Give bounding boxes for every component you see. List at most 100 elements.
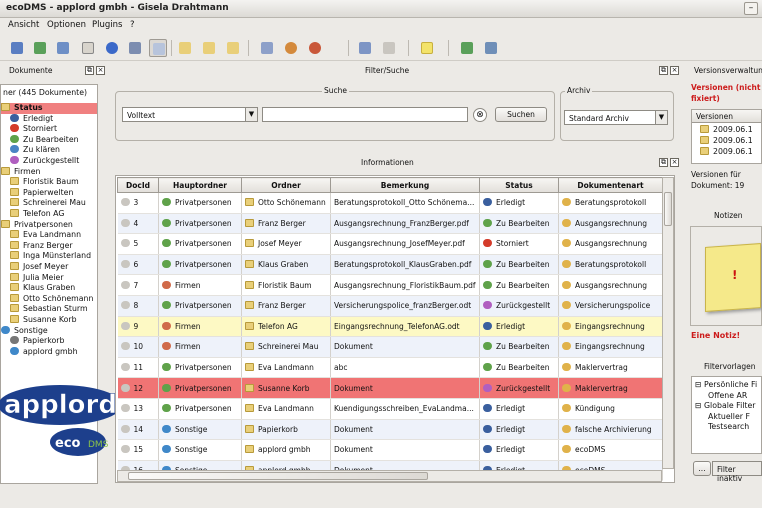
cell-text: Josef Meyer [258, 239, 302, 249]
tree-item[interactable]: Firmen [1, 166, 97, 178]
version-item[interactable]: 2009.06.1 [700, 136, 753, 147]
filter-template-item[interactable]: Testsearch [708, 422, 749, 433]
column-header[interactable]: Dokumentenart [558, 177, 663, 193]
collapse-icon[interactable]: ⊟ [695, 380, 704, 389]
collapse-icon[interactable]: ⊟ [695, 401, 704, 410]
table-row[interactable]: 9 Firmen Telefon AG Eingangsrechnung_Telefo… [117, 316, 663, 338]
table-vscrollbar[interactable] [662, 177, 674, 469]
tree-item[interactable]: Sebastian Sturm [10, 304, 97, 315]
tree-item[interactable]: Otto Schönemann [10, 293, 97, 305]
tree-item[interactable]: Sonstige [1, 325, 97, 337]
version-item[interactable]: 2009.06.1 [700, 125, 753, 136]
versions-list[interactable]: Versionen 2009.06.1 2009.06.1 2009.06.1 [691, 109, 762, 164]
network-icon[interactable] [482, 39, 500, 57]
tree-item[interactable]: Josef Meyer [10, 262, 97, 273]
tree-item[interactable]: Eva Landmann [10, 230, 97, 241]
column-header[interactable]: DocId [117, 177, 159, 193]
table-row[interactable]: 11 Privatpersonen Eva Landmann abc Zu Bearbe… [117, 357, 663, 379]
pencil-icon[interactable] [356, 39, 374, 57]
folder-icon[interactable] [176, 39, 194, 57]
table-row[interactable]: 5 Privatpersonen Josef Meyer Ausgangsrechnu… [117, 233, 663, 255]
edit-icon[interactable] [258, 39, 276, 57]
folder-search-icon[interactable] [224, 39, 242, 57]
search-input[interactable] [262, 107, 468, 122]
filter-template-item[interactable]: Offene AR [708, 391, 747, 402]
table-row[interactable]: 10 Firmen Schreinerei Mau Dokument Zu Bearbe… [117, 336, 663, 358]
tree-item[interactable]: Floristik Baum [10, 177, 97, 188]
menu-help[interactable]: ? [130, 20, 135, 30]
folder-add-icon[interactable] [200, 39, 218, 57]
undo-icon[interactable] [380, 39, 398, 57]
table-row[interactable]: 14 Sonstige Papierkorb Dokument Erledigt fals… [117, 419, 663, 441]
settings-icon[interactable] [126, 39, 144, 57]
tree-item[interactable]: Storniert [10, 124, 97, 135]
table-row[interactable]: 8 Privatpersonen Franz Berger Versicherungs… [117, 295, 663, 317]
table-row[interactable]: 12 Privatpersonen Susanne Korb Dokument Zurü… [117, 377, 663, 399]
tree-item[interactable]: Privatpersonen [1, 219, 97, 231]
version-item[interactable]: 2009.06.1 [700, 147, 753, 158]
minimize-button[interactable]: – [744, 2, 758, 15]
menu-plugins[interactable]: Plugins [92, 20, 122, 30]
clear-icon[interactable]: ⊗ [473, 108, 487, 122]
tree-item[interactable]: Zu klären [10, 145, 97, 156]
tree-item[interactable]: Papierkorb [10, 336, 97, 347]
tree-item[interactable]: Erledigt [10, 113, 97, 125]
scroll-thumb[interactable] [664, 192, 672, 226]
tree-item[interactable]: Schreinerei Mau [10, 198, 97, 209]
window-icon[interactable] [149, 39, 167, 57]
note-icon[interactable] [418, 39, 436, 57]
close-icon[interactable]: × [96, 66, 105, 75]
table-row[interactable]: 13 Privatpersonen Eva Landmann Kuendigungss… [117, 398, 663, 420]
import-icon[interactable] [31, 39, 49, 57]
tree-item[interactable]: applord gmbh [10, 346, 97, 358]
tree-item[interactable]: Zurückgestellt [10, 156, 97, 167]
tree-item[interactable]: Status [1, 103, 97, 114]
filter-template-item[interactable]: Aktueller F [708, 412, 750, 423]
table-row[interactable]: 7 Firmen Floristik Baum Ausgangsrechnung_Fl… [117, 274, 663, 296]
menu-optionen[interactable]: Optionen [47, 20, 86, 30]
filter-template-item[interactable]: ⊟ Globale Filter [695, 401, 755, 412]
tree-item[interactable]: Inga Münsterland [10, 251, 97, 262]
scroll-thumb[interactable] [128, 472, 428, 480]
filter-template-item[interactable]: ⊟ Persönliche Fi [695, 380, 757, 391]
column-header[interactable]: Hauptordner [158, 177, 242, 193]
close-icon[interactable]: × [670, 66, 679, 75]
table-row[interactable]: 15 Sonstige applord gmbh Dokument Erledigt ec… [117, 439, 663, 461]
table-row[interactable]: 4 Privatpersonen Franz Berger Ausgangsrechn… [117, 213, 663, 235]
menu-ansicht[interactable]: Ansicht [8, 20, 39, 30]
upload-icon[interactable] [458, 39, 476, 57]
tree-item[interactable]: Telefon AG [10, 209, 97, 220]
tree-item[interactable]: Klaus Graben [10, 283, 97, 294]
table-row[interactable]: 3 Privatpersonen Otto Schönemann Beratungsp… [117, 192, 663, 214]
search-mode-select[interactable]: Volltext ▼ [122, 107, 258, 122]
sticky-note[interactable]: ! [705, 243, 761, 312]
column-header[interactable]: Status [479, 177, 559, 193]
close-icon[interactable]: × [670, 158, 679, 167]
filter-status-field[interactable]: Filter inaktiv [712, 461, 762, 483]
export-icon[interactable] [54, 39, 72, 57]
float-icon[interactable]: ⧉ [85, 66, 94, 75]
filter-templates-tree[interactable]: ⊟ Persönliche Fi Offene AR ⊟ Globale Filte… [691, 376, 762, 454]
archive-select[interactable]: Standard Archiv ▼ [564, 110, 668, 125]
tree-item[interactable]: Zu Bearbeiten [10, 134, 97, 146]
float-icon[interactable]: ⧉ [659, 66, 668, 75]
cell-text: Dokument [334, 445, 373, 455]
table-hscrollbar[interactable] [117, 470, 662, 482]
scan-icon[interactable] [8, 39, 26, 57]
column-header[interactable]: Ordner [241, 177, 331, 193]
doctype-icon [562, 321, 571, 330]
tree-item[interactable]: Papierwelten [10, 187, 97, 199]
document-icon[interactable] [79, 39, 97, 57]
tree-item[interactable]: Susanne Korb [10, 315, 97, 326]
table-row[interactable]: 6 Privatpersonen Klaus Graben Beratungsprot… [117, 254, 663, 276]
column-header[interactable]: Bemerkung [330, 177, 480, 193]
search-button[interactable]: Suchen [495, 107, 547, 122]
tree-item[interactable]: Julia Meier [10, 272, 97, 284]
tree-item[interactable]: Franz Berger [10, 240, 97, 252]
users-icon[interactable] [306, 39, 324, 57]
float-icon[interactable]: ⧉ [659, 158, 668, 167]
filter-more-button[interactable]: ... [693, 461, 711, 476]
cell-text: Sonstige [175, 445, 208, 455]
user-icon[interactable] [282, 39, 300, 57]
info-icon[interactable] [103, 39, 121, 57]
